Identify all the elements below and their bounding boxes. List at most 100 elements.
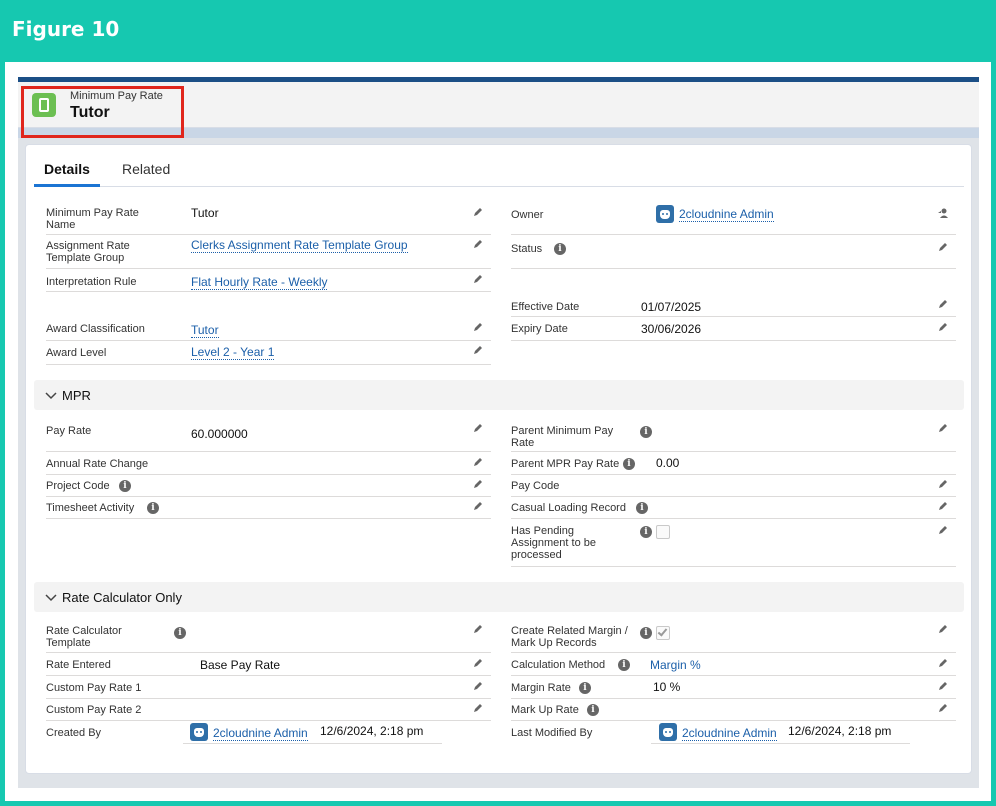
award-level-link[interactable]: Level 2 - Year 1 — [191, 345, 275, 360]
edit-pencil-icon[interactable] — [472, 273, 484, 285]
edit-pencil-icon[interactable] — [472, 422, 484, 434]
rate-calculator-template-label: Rate Calculator Template — [46, 625, 122, 649]
pay-code-label: Pay Code — [511, 480, 560, 492]
award-level-label: Award Level — [46, 347, 107, 359]
effective-date-value: 01/07/2025 — [641, 300, 702, 314]
custom-pay-rate-1-label: Custom Pay Rate 1 — [46, 682, 142, 694]
info-icon[interactable]: i — [640, 627, 652, 639]
active-tab-indicator — [34, 184, 100, 187]
figure-title: Figure 10 — [12, 17, 120, 41]
edit-pencil-icon[interactable] — [472, 206, 484, 218]
section-title: MPR — [62, 388, 91, 403]
info-icon[interactable]: i — [587, 704, 599, 716]
field-divider — [46, 268, 491, 269]
highlight-box — [21, 86, 184, 138]
edit-pencil-icon[interactable] — [937, 680, 949, 692]
pay-rate-label: Pay Rate — [46, 425, 92, 437]
edit-pencil-icon[interactable] — [937, 702, 949, 714]
edit-pencil-icon[interactable] — [472, 238, 484, 250]
info-icon[interactable]: i — [640, 526, 652, 538]
field-divider — [183, 743, 442, 744]
change-owner-icon[interactable] — [937, 207, 949, 219]
edit-pencil-icon[interactable] — [472, 478, 484, 490]
field-divider — [46, 340, 491, 341]
expiry-date-value: 30/06/2026 — [641, 322, 702, 336]
info-icon[interactable]: i — [554, 243, 566, 255]
effective-date-label: Effective Date — [511, 301, 580, 313]
owner-link[interactable]: 2cloudnine Admin — [679, 207, 774, 222]
chevron-down-icon — [44, 590, 58, 604]
info-icon[interactable]: i — [579, 682, 591, 694]
create-related-margin-checkbox[interactable] — [656, 626, 670, 640]
edit-pencil-icon[interactable] — [937, 321, 949, 333]
edit-pencil-icon[interactable] — [472, 680, 484, 692]
chevron-down-icon — [44, 388, 58, 402]
info-icon[interactable]: i — [623, 458, 635, 470]
field-divider — [511, 652, 956, 653]
edit-pencil-icon[interactable] — [472, 657, 484, 669]
field-divider — [511, 234, 956, 235]
assignment-rate-template-group-link[interactable]: Clerks Assignment Rate Template Group — [191, 238, 408, 253]
field-divider — [46, 474, 491, 475]
edit-pencil-icon[interactable] — [937, 657, 949, 669]
field-divider — [511, 496, 956, 497]
info-icon[interactable]: i — [119, 480, 131, 492]
field-divider — [46, 451, 491, 452]
created-by-user-link[interactable]: 2cloudnine Admin — [213, 726, 308, 741]
rate-entered-label: Rate Entered — [46, 659, 111, 671]
info-icon[interactable]: i — [174, 627, 186, 639]
margin-rate-label: Margin Rate — [511, 682, 571, 694]
edit-pencil-icon[interactable] — [937, 524, 949, 536]
tab-related[interactable]: Related — [122, 161, 170, 177]
user-avatar-icon — [659, 723, 677, 741]
has-pending-checkbox[interactable] — [656, 525, 670, 539]
edit-pencil-icon[interactable] — [472, 456, 484, 468]
edit-pencil-icon[interactable] — [937, 478, 949, 490]
parent-min-pay-rate-label: Parent Minimum Pay Rate — [511, 425, 614, 449]
edit-pencil-icon[interactable] — [472, 702, 484, 714]
edit-pencil-icon[interactable] — [937, 241, 949, 253]
field-divider — [511, 566, 956, 567]
field-divider — [511, 316, 956, 317]
created-by-label: Created By — [46, 727, 102, 739]
margin-rate-value: 10 % — [653, 680, 681, 694]
user-avatar-icon — [190, 723, 208, 741]
interpretation-rule-link[interactable]: Flat Hourly Rate - Weekly — [191, 275, 328, 290]
field-divider — [511, 720, 956, 721]
timesheet-activity-label: Timesheet Activity — [46, 502, 135, 514]
award-classification-label: Award Classification — [46, 323, 145, 335]
award-classification-link[interactable]: Tutor — [191, 323, 219, 338]
last-modified-by-label: Last Modified By — [511, 727, 593, 739]
info-icon[interactable]: i — [636, 502, 648, 514]
edit-pencil-icon[interactable] — [937, 422, 949, 434]
tab-bar: Details Related — [34, 145, 964, 187]
info-icon[interactable]: i — [618, 659, 630, 671]
parent-mpr-pay-rate-label: Parent MPR Pay Rate — [511, 458, 620, 470]
figure-header: Figure 10 — [0, 0, 996, 62]
edit-pencil-icon[interactable] — [472, 500, 484, 512]
last-modified-by-date: 12/6/2024, 2:18 pm — [788, 724, 892, 738]
edit-pencil-icon[interactable] — [937, 298, 949, 310]
edit-pencil-icon[interactable] — [472, 344, 484, 356]
field-divider — [511, 340, 956, 341]
rate-calculator-section-header[interactable]: Rate Calculator Only — [34, 582, 964, 612]
tab-details[interactable]: Details — [44, 161, 90, 177]
field-divider — [511, 268, 956, 269]
edit-pencil-icon[interactable] — [472, 623, 484, 635]
rate-entered-value: Base Pay Rate — [200, 658, 281, 672]
mpr-section-header[interactable]: MPR — [34, 380, 964, 410]
info-icon[interactable]: i — [147, 502, 159, 514]
edit-pencil-icon[interactable] — [472, 321, 484, 333]
info-icon[interactable]: i — [640, 426, 652, 438]
field-divider — [511, 698, 956, 699]
last-modified-by-user-link[interactable]: 2cloudnine Admin — [682, 726, 777, 741]
record-detail-card: Details Related Minimum Pay Rate Name Tu… — [25, 144, 972, 774]
edit-pencil-icon[interactable] — [937, 623, 949, 635]
field-divider — [651, 743, 910, 744]
expiry-date-label: Expiry Date — [511, 323, 568, 335]
user-avatar-icon — [656, 205, 674, 223]
field-divider — [46, 518, 491, 519]
edit-pencil-icon[interactable] — [937, 500, 949, 512]
field-divider — [511, 675, 956, 676]
created-by-date: 12/6/2024, 2:18 pm — [320, 724, 424, 738]
